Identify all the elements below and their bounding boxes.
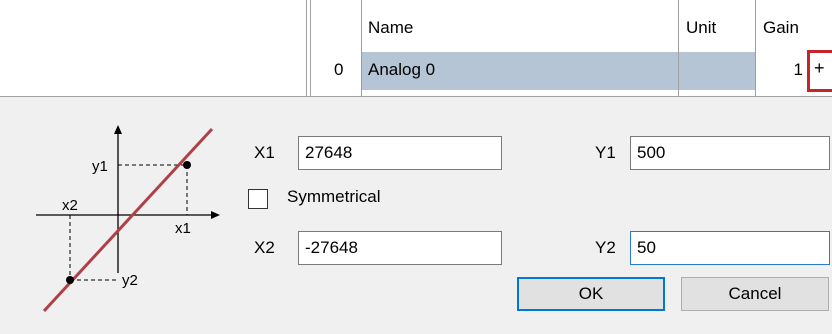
- ellipsis-icon: +: [814, 58, 825, 78]
- x2-input[interactable]: [298, 231, 502, 265]
- name-cell[interactable]: Analog 0: [362, 52, 678, 90]
- x-axis-arrow-icon: [211, 211, 220, 219]
- symmetrical-label[interactable]: Symmetrical: [287, 187, 381, 207]
- y1-label: Y1: [595, 143, 616, 162]
- row-index: 0: [334, 60, 344, 79]
- point-2: [66, 276, 74, 284]
- y1-input[interactable]: [630, 136, 830, 170]
- y1-axis-label: y1: [92, 158, 108, 175]
- point-1: [183, 161, 191, 169]
- gain-value: 1: [793, 60, 803, 79]
- x1-axis-label: x1: [175, 220, 191, 237]
- y2-label: Y2: [595, 238, 616, 257]
- x1-input[interactable]: [298, 136, 502, 170]
- y2-input[interactable]: [630, 231, 830, 265]
- cancel-button[interactable]: Cancel: [681, 277, 829, 311]
- scaling-diagram: y1 x2 x1 y2: [36, 125, 220, 313]
- symmetrical-checkbox[interactable]: [248, 189, 268, 209]
- y2-axis-label: y2: [122, 272, 138, 289]
- x1-label: X1: [254, 143, 275, 162]
- name-value: Analog 0: [368, 60, 436, 79]
- table-left-border: [306, 0, 307, 96]
- scaling-dialog: y1 x2 x1 y2 X1 Y1 Symmetrical X2 Y2 OK C…: [0, 96, 832, 334]
- unit-cell[interactable]: [679, 52, 755, 90]
- x2-axis-label: x2: [62, 197, 78, 214]
- signal-table: Name Unit Gain 0 Analog 0 1 +: [0, 0, 832, 96]
- table-left-border-inner: [310, 0, 311, 96]
- ok-button[interactable]: OK: [517, 277, 665, 311]
- gain-edit-button[interactable]: +: [807, 50, 832, 92]
- column-header-unit[interactable]: Unit: [686, 18, 716, 38]
- column-header-gain[interactable]: Gain: [763, 18, 799, 38]
- y-axis-arrow-icon: [114, 125, 122, 134]
- column-header-name[interactable]: Name: [368, 18, 413, 38]
- x2-label: X2: [254, 238, 275, 257]
- gain-cell[interactable]: 1: [756, 52, 807, 90]
